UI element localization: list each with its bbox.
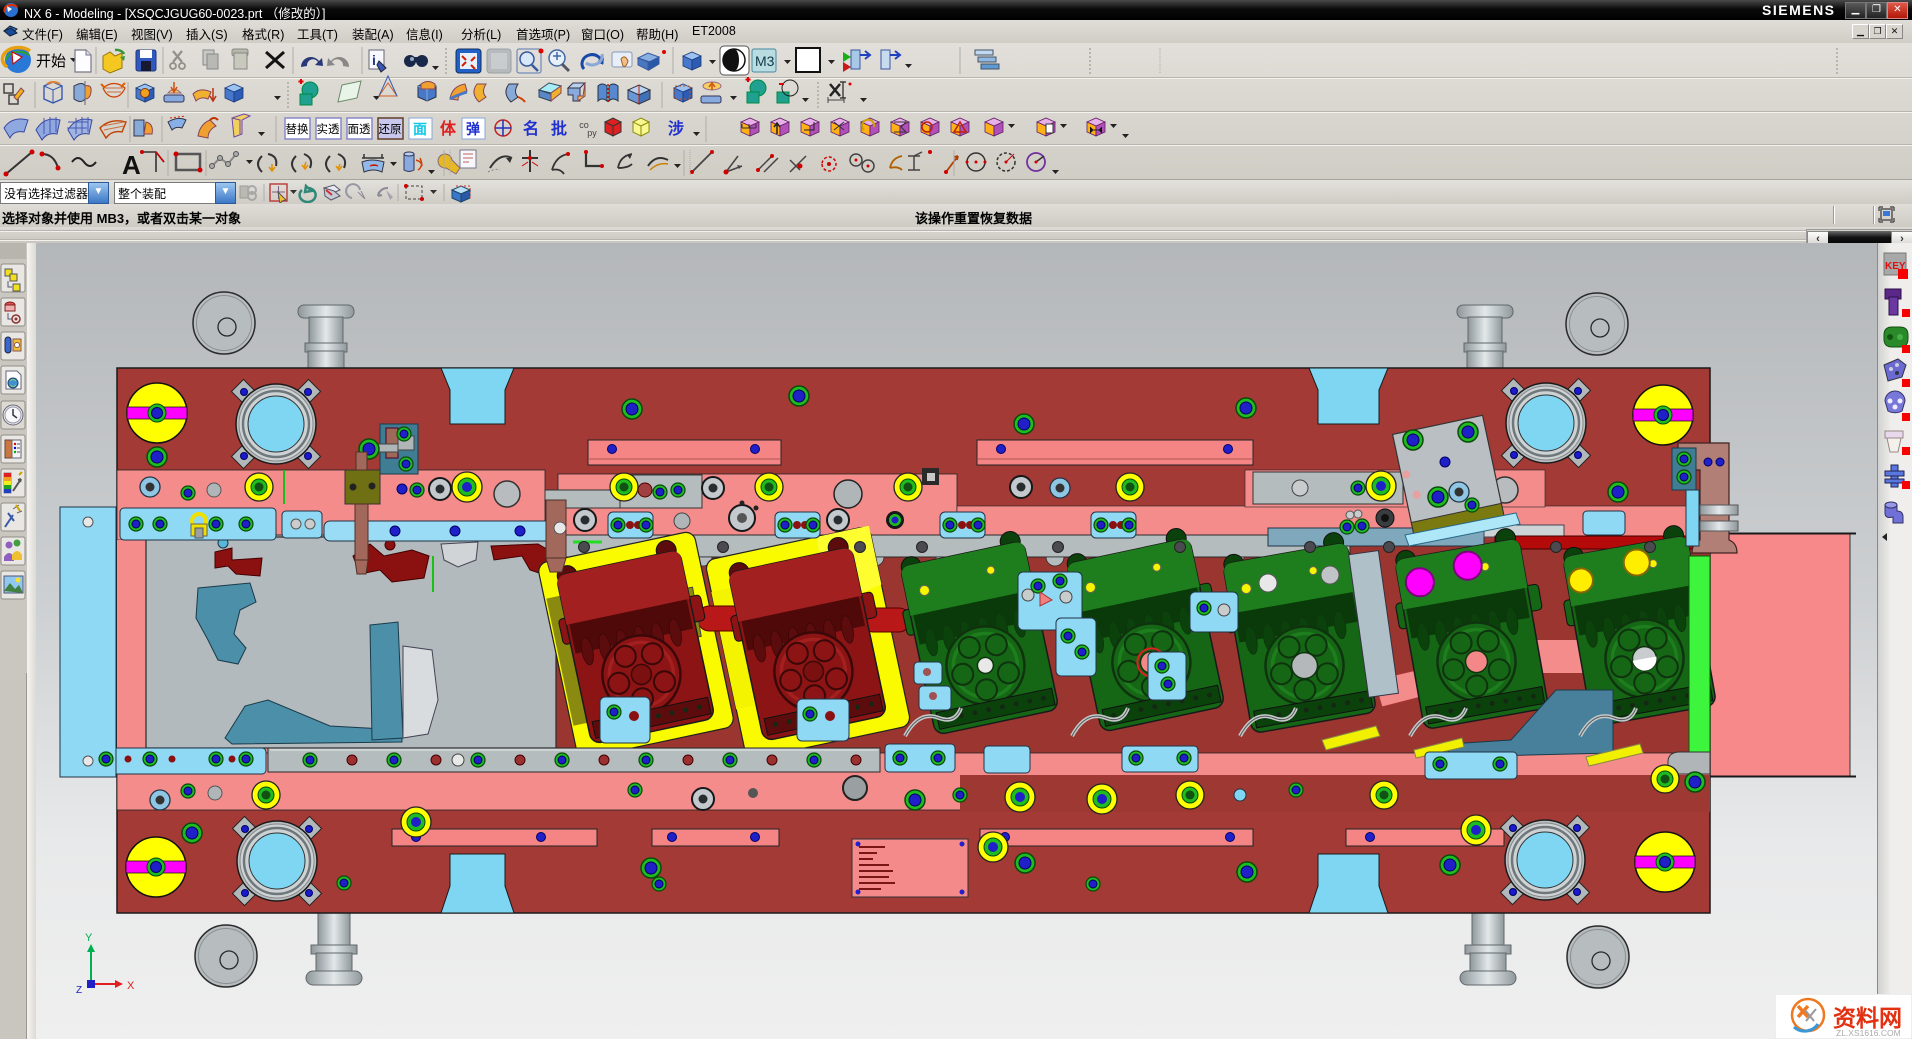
svg-text:Z: Z (76, 985, 82, 996)
svg-text:涉: 涉 (668, 119, 684, 138)
svg-text:A: A (122, 150, 141, 180)
svg-text:M3: M3 (755, 53, 775, 69)
svg-text:Y: Y (85, 932, 93, 944)
svg-text:面: 面 (413, 121, 427, 137)
svg-text:体: 体 (440, 119, 457, 138)
svg-text:弹: 弹 (466, 121, 480, 137)
svg-text:替换: 替换 (286, 122, 309, 136)
svg-text:X: X (127, 980, 135, 992)
svg-text:py: py (587, 128, 597, 138)
svg-text:ZL.XS1616.COM: ZL.XS1616.COM (1836, 1028, 1901, 1038)
svg-text:面透: 面透 (348, 123, 371, 136)
svg-text:i: i (372, 52, 376, 68)
svg-text:实透: 实透 (317, 122, 340, 136)
svg-text:还原: 还原 (379, 123, 402, 136)
svg-text:开始: 开始 (36, 53, 66, 70)
svg-text:名: 名 (523, 119, 539, 138)
svg-text:批: 批 (551, 119, 567, 138)
